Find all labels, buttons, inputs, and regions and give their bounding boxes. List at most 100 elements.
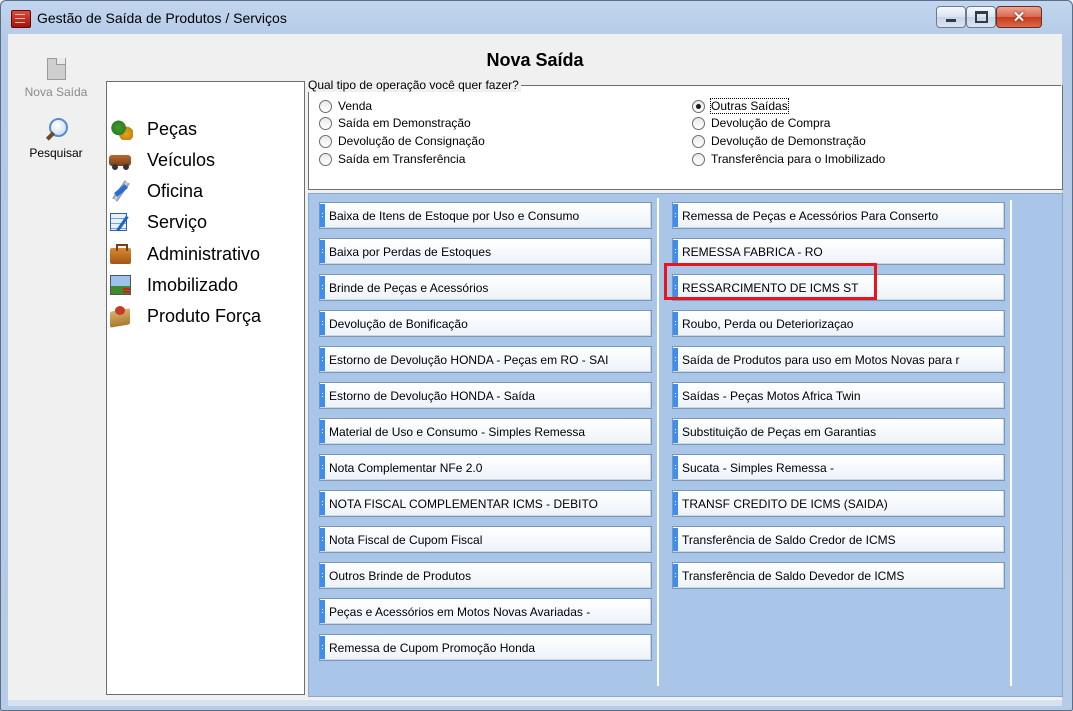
search-button[interactable]: Pesquisar xyxy=(8,117,104,160)
service-icon xyxy=(109,211,133,233)
admin-icon xyxy=(109,243,133,265)
radio-circle[interactable] xyxy=(692,152,705,166)
operation-button[interactable]: Baixa por Perdas de Estoques xyxy=(319,238,652,265)
category-item-fixed-assets[interactable]: Imobilizado xyxy=(109,270,238,300)
radio-circle[interactable] xyxy=(319,152,332,166)
button-accent-bar xyxy=(673,456,678,479)
operation-label: Transferência de Saldo Credor de ICMS xyxy=(682,532,896,547)
radio-devolucao-compra[interactable]: Devolução de Compra xyxy=(692,115,830,131)
operation-label: Baixa de Itens de Estoque por Uso e Cons… xyxy=(329,208,580,223)
operation-button[interactable]: Transferência de Saldo Devedor de ICMS xyxy=(672,562,1005,589)
maximize-button[interactable] xyxy=(966,6,996,28)
operation-type-group: Venda Saída em Demonstração Devolução de… xyxy=(308,85,1063,190)
operation-button[interactable]: Substituição de Peças em Garantias xyxy=(672,418,1005,445)
operation-label: Outros Brinde de Produtos xyxy=(329,568,472,583)
button-accent-bar xyxy=(673,204,678,227)
radio-devolucao-demonstracao[interactable]: Devolução de Demonstração xyxy=(692,133,866,149)
magnifier-icon xyxy=(43,117,69,143)
button-accent-bar xyxy=(673,384,678,407)
operation-button[interactable]: Saída de Produtos para uso em Motos Nova… xyxy=(672,346,1005,373)
button-accent-bar xyxy=(673,492,678,515)
new-document-icon xyxy=(43,56,69,82)
operation-button[interactable]: Estorno de Devolução HONDA - Peças em RO… xyxy=(319,346,652,373)
category-item-vehicles[interactable]: Veículos xyxy=(109,145,215,175)
operation-label: TRANSF CREDITO DE ICMS (SAIDA) xyxy=(682,496,888,511)
category-item-product-force[interactable]: Produto Força xyxy=(109,301,261,331)
radio-outras-saidas[interactable]: Outras Saídas xyxy=(692,98,789,114)
radio-circle[interactable] xyxy=(319,116,332,130)
minimize-icon xyxy=(946,19,956,22)
button-accent-bar xyxy=(673,312,678,335)
category-label: Produto Força xyxy=(147,305,262,326)
category-label: Oficina xyxy=(147,180,204,201)
operation-label: Sucata - Simples Remessa - xyxy=(682,460,835,475)
category-label: Serviço xyxy=(147,211,208,232)
new-exit-button[interactable]: Nova Saída xyxy=(8,56,104,99)
radio-circle[interactable] xyxy=(692,134,705,148)
radio-circle-selected[interactable] xyxy=(692,99,705,113)
operation-button[interactable]: Devolução de Bonificação xyxy=(319,310,652,337)
client-area: Nova Saída Nova Saída Pesquisar Peças Ve… xyxy=(8,34,1063,700)
operation-button[interactable]: NOTA FISCAL COMPLEMENTAR ICMS - DEBITO xyxy=(319,490,652,517)
button-accent-bar xyxy=(673,240,678,263)
operation-button[interactable]: Transferência de Saldo Credor de ICMS xyxy=(672,526,1005,553)
title-bar[interactable]: Gestão de Saída de Produtos / Serviços ✕ xyxy=(1,1,1072,35)
category-item-admin[interactable]: Administrativo xyxy=(109,239,260,269)
operation-button[interactable]: Saídas - Peças Motos Africa Twin xyxy=(672,382,1005,409)
operation-button[interactable]: Roubo, Perda ou Deteriorizaçao xyxy=(672,310,1005,337)
operation-label: Nota Complementar NFe 2.0 xyxy=(329,460,483,475)
radio-label: Transferência para o Imobilizado xyxy=(711,152,886,166)
radio-saida-demonstracao[interactable]: Saída em Demonstração xyxy=(319,115,471,131)
radio-label: Devolução de Demonstração xyxy=(711,134,866,148)
button-accent-bar xyxy=(320,312,325,335)
operation-button[interactable]: Brinde de Peças e Acessórios xyxy=(319,274,652,301)
operation-button[interactable]: Estorno de Devolução HONDA - Saída xyxy=(319,382,652,409)
category-label: Imobilizado xyxy=(147,274,239,295)
workshop-icon xyxy=(109,180,133,202)
radio-label: Devolução de Compra xyxy=(711,116,831,130)
operation-button[interactable]: Baixa de Itens de Estoque por Uso e Cons… xyxy=(319,202,652,229)
category-item-workshop[interactable]: Oficina xyxy=(109,176,203,206)
operation-label: Brinde de Peças e Acessórios xyxy=(329,280,489,295)
radio-devolucao-consignacao[interactable]: Devolução de Consignação xyxy=(319,133,485,149)
vehicle-icon xyxy=(109,149,133,171)
operation-label: Baixa por Perdas de Estoques xyxy=(329,244,492,259)
operation-label: NOTA FISCAL COMPLEMENTAR ICMS - DEBITO xyxy=(329,496,598,511)
operation-button[interactable]: Peças e Acessórios em Motos Novas Avaria… xyxy=(319,598,652,625)
operation-button[interactable]: TRANSF CREDITO DE ICMS (SAIDA) xyxy=(672,490,1005,517)
category-item-parts[interactable]: Peças xyxy=(109,114,197,144)
operation-button[interactable]: Remessa de Cupom Promoção Honda xyxy=(319,634,652,661)
operation-button[interactable]: Nota Complementar NFe 2.0 xyxy=(319,454,652,481)
close-button[interactable]: ✕ xyxy=(996,6,1042,28)
operation-button[interactable]: Nota Fiscal de Cupom Fiscal xyxy=(319,526,652,553)
operation-label: Remessa de Peças e Acessórios Para Conse… xyxy=(682,208,939,223)
radio-transferencia-imobilizado[interactable]: Transferência para o Imobilizado xyxy=(692,151,885,167)
minimize-button[interactable] xyxy=(936,6,966,28)
operation-label: Estorno de Devolução HONDA - Peças em RO… xyxy=(329,352,609,367)
button-accent-bar xyxy=(320,492,325,515)
operation-question: Qual tipo de operação você quer fazer? xyxy=(308,78,521,92)
operation-button[interactable]: REMESSA FABRICA - RO xyxy=(672,238,1005,265)
operation-button[interactable]: Sucata - Simples Remessa - xyxy=(672,454,1005,481)
operation-button[interactable]: Outros Brinde de Produtos xyxy=(319,562,652,589)
button-accent-bar xyxy=(320,240,325,263)
radio-circle[interactable] xyxy=(319,134,332,148)
page-title: Nova Saída xyxy=(486,50,584,70)
radio-saida-transferencia[interactable]: Saída em Transferência xyxy=(319,151,465,167)
radio-circle[interactable] xyxy=(319,99,332,113)
operation-button[interactable]: Material de Uso e Consumo - Simples Reme… xyxy=(319,418,652,445)
button-accent-bar xyxy=(320,528,325,551)
category-item-service[interactable]: Serviço xyxy=(109,207,207,237)
operation-label: Saída de Produtos para uso em Motos Nova… xyxy=(682,352,960,367)
radio-circle[interactable] xyxy=(692,116,705,130)
button-accent-bar xyxy=(320,348,325,371)
operation-button[interactable]: Remessa de Peças e Acessórios Para Conse… xyxy=(672,202,1005,229)
operation-label: REMESSA FABRICA - RO xyxy=(682,244,823,259)
operation-label: Transferência de Saldo Devedor de ICMS xyxy=(682,568,905,583)
button-accent-bar xyxy=(320,564,325,587)
operation-label: Remessa de Cupom Promoção Honda xyxy=(329,640,536,655)
category-label: Peças xyxy=(147,118,198,139)
button-accent-bar xyxy=(320,384,325,407)
radio-venda[interactable]: Venda xyxy=(319,98,372,114)
selection-highlight-box xyxy=(664,263,877,300)
